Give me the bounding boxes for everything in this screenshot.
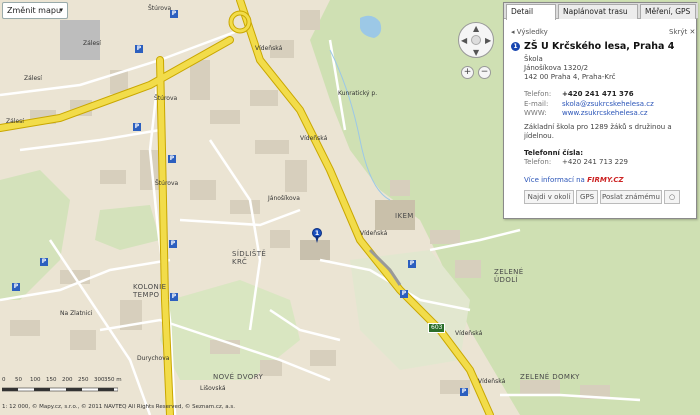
street-label: Na Zlatnici (60, 310, 93, 317)
tab-plan-route[interactable]: Naplánovat trasu (558, 4, 638, 19)
street-label: Kunratický p. (338, 90, 378, 97)
street-label: Zálesí (83, 40, 101, 47)
scale-bar (2, 387, 118, 392)
pan-up-icon[interactable]: ▲ (473, 24, 479, 33)
marker-tail (315, 236, 319, 243)
gps-button[interactable]: GPS (576, 190, 598, 204)
pan-left-icon[interactable]: ◀ (461, 36, 467, 45)
phone-label: Telefon: (524, 90, 552, 98)
map-copyright: 1: 12 000, © Mapy.cz, s.r.o., © 2011 NAV… (2, 404, 236, 410)
change-map-button[interactable]: Změnit mapu ▾ (2, 2, 68, 19)
street-label: Zálesí (24, 75, 42, 82)
street-label: Štúrova (155, 180, 179, 187)
area-label: KOLONIE TEMPO (133, 283, 167, 299)
street-label: Jánošíkova (268, 195, 300, 202)
zoom-in-icon[interactable]: + (461, 66, 474, 79)
scale-label: 0 (2, 377, 6, 383)
phones-heading: Telefonní čísla: (524, 149, 584, 157)
street-label: Vídeňská (455, 330, 483, 337)
email-label: E-mail: (524, 100, 549, 108)
parking-icon[interactable]: P (400, 290, 408, 298)
parking-icon[interactable]: P (408, 260, 416, 268)
phone2-value: +420 241 713 229 (562, 158, 628, 166)
address-line-2: 142 00 Praha 4, Praha-Krč (524, 73, 616, 81)
detail-panel: Detail Naplánovat trasu Měření, GPS ◂ Vý… (503, 2, 698, 219)
panel-tabs: Detail Naplánovat trasu Měření, GPS (504, 3, 698, 20)
area-label: ZELENÉ DOMKY (520, 373, 580, 381)
place-title: ZŠ U Krčského lesa, Praha 4 (524, 41, 675, 52)
parking-icon[interactable]: P (168, 155, 176, 163)
parking-icon[interactable]: P (12, 283, 20, 291)
phone-value: +420 241 471 376 (562, 90, 634, 98)
parking-icon[interactable]: P (460, 388, 468, 396)
pan-down-icon[interactable]: ▼ (473, 48, 479, 57)
pan-center-icon[interactable] (471, 35, 481, 45)
area-label: IKEM (395, 212, 414, 220)
email-link[interactable]: skola@zsukrcskehelesa.cz (562, 100, 654, 109)
place-category: Škola (524, 55, 543, 63)
www-label: WWW: (524, 109, 547, 117)
find-nearby-button[interactable]: Najdi v okolí (524, 190, 574, 204)
scale-label: 100 (30, 377, 41, 383)
street-label: Štúrova (154, 95, 178, 102)
street-label: Vídeňská (255, 45, 283, 52)
street-label: Vídeňská (478, 378, 506, 385)
street-label: Lišovská (200, 385, 226, 392)
pan-right-icon[interactable]: ▶ (485, 36, 491, 45)
pan-control-icon[interactable]: ▲ ▼ ◀ ▶ (458, 22, 494, 58)
www-link[interactable]: www.zsukrcskehelesa.cz (562, 109, 648, 118)
description-line-1: Základní škola pro 1289 žáků s družinou … (524, 123, 672, 131)
parking-icon[interactable]: P (169, 240, 177, 248)
scale-label: 200 (62, 377, 73, 383)
street-label: Vídeňská (360, 230, 388, 237)
phone2-label: Telefon: (524, 158, 552, 166)
description-line-2: jídelnou. (524, 132, 554, 140)
change-map-label: Změnit mapu (7, 6, 62, 15)
area-label: NOVÉ DVORY (213, 373, 264, 381)
hide-panel-link[interactable]: Skrýt ✕ (669, 28, 695, 36)
zoom-out-icon[interactable]: − (478, 66, 491, 79)
parking-icon[interactable]: P (40, 258, 48, 266)
more-options-icon[interactable]: ○ (664, 190, 680, 204)
road-number-badge: 603 (428, 323, 446, 333)
firmy-logo[interactable]: FIRMY.CZ (587, 176, 624, 184)
more-info-link[interactable]: Více informací na FIRMY.CZ (524, 176, 624, 185)
scale-label: 250 (78, 377, 89, 383)
back-to-results-link[interactable]: ◂ Výsledky (511, 28, 548, 36)
send-to-friend-button[interactable]: Poslat známému (600, 190, 662, 204)
address-line-1: Jánošíkova 1320/2 (524, 64, 589, 72)
tab-measure-gps[interactable]: Měření, GPS (640, 4, 696, 19)
street-label: Durychova (137, 355, 170, 362)
area-label: ZELENÉ ÚDOLÍ (494, 268, 524, 284)
street-label: Štúrova (148, 5, 172, 12)
street-label: Vídeňská (300, 135, 328, 142)
parking-icon[interactable]: P (133, 123, 141, 131)
scale-label: 350 m (104, 377, 122, 383)
street-label: Zálesí (6, 118, 24, 125)
area-label: SÍDLIŠTĚ KRČ (232, 250, 267, 266)
parking-icon[interactable]: P (135, 45, 143, 53)
selected-place-marker[interactable]: 1 (312, 228, 322, 244)
scale-label: 50 (15, 377, 22, 383)
scale-label: 150 (46, 377, 57, 383)
scale-label: 300 (94, 377, 105, 383)
parking-icon[interactable]: P (170, 10, 178, 18)
chevron-down-icon: ▾ (59, 6, 63, 14)
parking-icon[interactable]: P (170, 293, 178, 301)
more-info-text: Více informací na (524, 176, 585, 184)
tab-detail[interactable]: Detail (506, 4, 556, 20)
result-marker-icon: 1 (511, 42, 520, 51)
